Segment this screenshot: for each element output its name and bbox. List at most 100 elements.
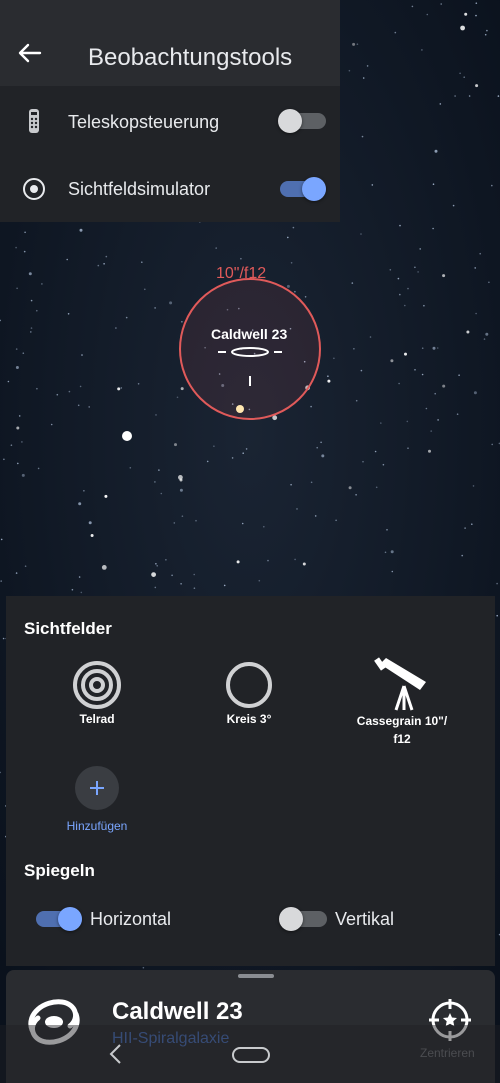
star [258,579,261,582]
telescope-icon[interactable] [374,656,432,712]
star [105,255,108,258]
star [179,488,183,492]
add-fov-label[interactable]: Hinzufügen [52,819,142,833]
star [155,563,157,565]
panel-header: Beobachtungstools [0,0,340,86]
add-fov-button[interactable] [75,766,119,810]
star [24,231,26,234]
star [348,69,351,72]
star [28,272,32,276]
star [475,312,477,315]
star [440,3,443,5]
star [452,204,455,207]
star [464,12,468,16]
star [461,554,464,557]
star [137,383,140,385]
star [287,236,289,239]
star [355,399,358,402]
star [97,264,100,267]
star [353,348,355,350]
star [348,486,352,490]
mirror-vertical-toggle[interactable] [279,907,327,931]
star [30,327,33,329]
bright-star [236,405,244,413]
star [16,426,20,430]
star [16,287,18,290]
star [79,385,82,388]
star [30,299,33,302]
star [263,525,265,528]
star [3,458,5,461]
star [474,267,477,269]
drag-handle[interactable] [238,974,274,978]
star [154,481,156,483]
target-circle-icon [23,178,45,200]
nav-home-button[interactable] [232,1047,270,1063]
star [245,448,248,450]
star [56,393,59,396]
star [30,331,32,333]
star [316,446,319,449]
star [442,384,446,388]
star [66,258,68,261]
star [236,560,240,564]
star [88,406,90,408]
star [71,588,74,591]
star [296,508,298,510]
star [434,392,437,395]
star [144,288,146,291]
star [294,290,296,293]
star [155,414,157,416]
telrad-icon[interactable] [72,660,122,710]
star [141,261,143,264]
star [7,380,10,383]
star [437,419,439,421]
star [380,422,382,424]
star [397,277,400,280]
plus-icon [90,781,104,795]
star [321,454,325,458]
fov-annotation: 10"/f12 [216,265,267,282]
star [231,457,234,459]
star [428,449,431,453]
star [374,450,377,453]
star [390,359,394,363]
star [104,494,108,498]
star [351,282,354,284]
page-title: Beobachtungstools [88,44,293,71]
mirror-horizontal-toggle[interactable] [36,907,82,931]
telescope-control-toggle[interactable] [278,109,326,133]
star [314,515,317,517]
star [310,405,312,408]
star [488,281,490,284]
star [174,443,177,447]
star [129,467,132,469]
star [15,366,19,369]
star [356,43,359,45]
star [335,519,337,522]
star [242,452,244,455]
fov-simulator-toggle[interactable] [280,177,326,201]
star [421,347,424,350]
fov-circle-label: Kreis 3° [226,712,272,726]
star [83,490,85,492]
star [302,562,306,566]
star [497,95,500,97]
star [394,31,397,34]
circle-icon[interactable] [224,660,274,710]
star [468,95,471,97]
nav-back-icon[interactable] [108,1043,124,1065]
object-annotation[interactable]: Caldwell 23 [211,326,287,342]
back-arrow-icon[interactable] [16,40,42,66]
star [484,33,487,36]
star [421,49,423,51]
star [366,65,369,67]
star [436,347,439,349]
star [158,469,160,471]
star [21,473,25,477]
star [0,580,2,582]
star [398,382,400,385]
star [117,387,121,391]
object-name: Caldwell 23 [112,998,243,1025]
star [371,184,374,186]
